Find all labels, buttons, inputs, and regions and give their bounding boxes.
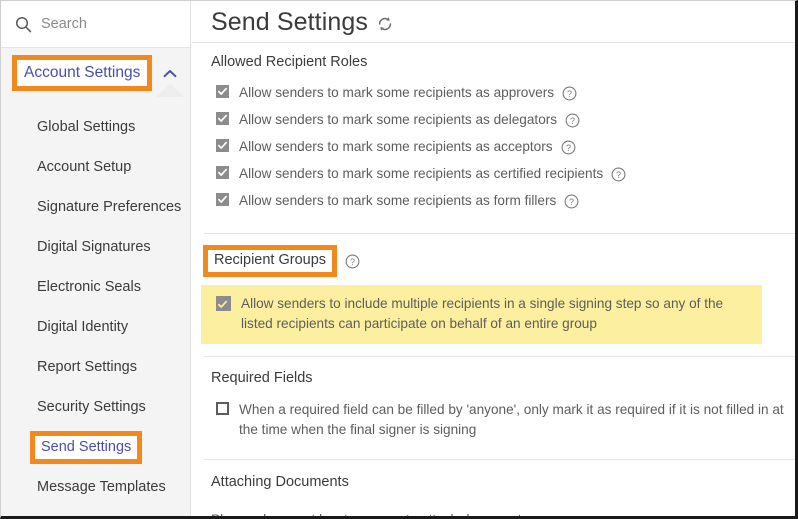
sidebar-item-label: Electronic Seals <box>37 279 141 295</box>
checkbox-checked-icon[interactable] <box>216 193 229 206</box>
option-label: Allow senders to mark some recipients as… <box>239 193 557 208</box>
help-icon[interactable]: ? <box>564 194 579 209</box>
section-divider <box>204 459 795 460</box>
option-label: When a required field can be filled by '… <box>239 402 784 437</box>
sidebar-nav-list: Global Settings Account Setup Signature … <box>1 107 190 507</box>
active-section-pointer <box>156 84 184 97</box>
sidebar-item-label: Security Settings <box>37 399 146 415</box>
section-heading: Allowed Recipient Roles <box>211 54 368 70</box>
search-input[interactable] <box>41 16 161 32</box>
help-icon[interactable]: ? <box>345 254 360 269</box>
help-icon[interactable]: ? <box>561 140 576 155</box>
sidebar-item-send-settings[interactable]: Send Settings <box>1 427 190 467</box>
section-allowed-recipient-roles: Allowed Recipient Roles Allow senders to… <box>192 53 795 211</box>
svg-text:?: ? <box>350 256 355 266</box>
section-required-fields: Required Fields When a required field ca… <box>192 369 795 440</box>
section-attaching-documents: Attaching Documents Please choose at lea… <box>192 473 795 516</box>
page-title: Send Settings <box>211 7 368 36</box>
highlighted-option-block: Allow senders to include multiple recipi… <box>201 285 762 344</box>
svg-text:?: ? <box>567 89 572 99</box>
option-row[interactable]: Allow senders to mark some recipients as… <box>192 191 795 211</box>
sidebar-item-label: Digital Identity <box>37 319 129 335</box>
sidebar-item-label: Signature Preferences <box>37 199 182 215</box>
main-content: Send Settings Allowed Recipient Roles Al… <box>192 1 795 516</box>
section-heading: Recipient Groups <box>203 245 338 277</box>
sidebar-item-label: Message Templates <box>37 479 166 495</box>
svg-text:?: ? <box>569 197 574 207</box>
option-label: Allow senders to mark some recipients as… <box>239 139 553 154</box>
checkbox-checked-icon[interactable] <box>216 112 229 125</box>
sidebar-item-electronic-seals[interactable]: Electronic Seals <box>1 267 190 307</box>
checkbox-unchecked-icon[interactable] <box>216 402 229 415</box>
svg-text:?: ? <box>616 170 621 180</box>
sidebar-item-message-templates[interactable]: Message Templates <box>1 467 190 507</box>
section-divider <box>204 356 795 357</box>
svg-text:?: ? <box>566 143 571 153</box>
option-row[interactable]: Allow senders to mark some recipients as… <box>192 110 795 130</box>
help-icon[interactable]: ? <box>562 86 577 101</box>
page-title-row: Send Settings <box>192 1 795 43</box>
chevron-up-icon[interactable] <box>163 65 177 78</box>
section-heading-row: Recipient Groups ? <box>192 245 795 277</box>
sidebar-item-label: Report Settings <box>37 359 137 375</box>
checkbox-checked-icon[interactable] <box>216 139 229 152</box>
sidebar-item-global-settings[interactable]: Global Settings <box>1 107 190 147</box>
search-icon <box>15 16 32 33</box>
sidebar-item-label: Global Settings <box>37 119 136 135</box>
checkbox-checked-icon[interactable] <box>216 296 231 311</box>
section-recipient-groups: Recipient Groups ? Allow senders to incl… <box>192 245 795 344</box>
option-label: Allow senders to mark some recipients as… <box>239 85 555 100</box>
help-icon[interactable]: ? <box>611 167 626 182</box>
section-divider <box>204 233 795 234</box>
sidebar-item-security-settings[interactable]: Security Settings <box>1 387 190 427</box>
sidebar-item-signature-preferences[interactable]: Signature Preferences <box>1 187 190 227</box>
sidebar-item-label: Digital Signatures <box>37 239 151 255</box>
option-row[interactable]: Allow senders to include multiple recipi… <box>201 294 762 334</box>
sidebar-group-label[interactable]: Account Settings <box>12 55 153 91</box>
section-heading: Attaching Documents <box>211 474 349 490</box>
section-heading: Required Fields <box>211 370 313 386</box>
sidebar: Account Settings Global Settings Account… <box>1 1 191 516</box>
application-window: Account Settings Global Settings Account… <box>0 0 798 519</box>
svg-text:?: ? <box>570 116 575 126</box>
option-row[interactable]: When a required field can be filled by '… <box>192 400 795 440</box>
sidebar-item-digital-signatures[interactable]: Digital Signatures <box>1 227 190 267</box>
option-row[interactable]: Allow senders to mark some recipients as… <box>192 83 795 103</box>
option-label: Allow senders to mark some recipients as… <box>239 112 558 127</box>
sidebar-item-label: Send Settings <box>30 430 143 464</box>
sidebar-item-digital-identity[interactable]: Digital Identity <box>1 307 190 347</box>
option-label: Allow senders to mark some recipients as… <box>239 166 604 181</box>
help-icon[interactable]: ? <box>565 113 580 128</box>
section-note: Please choose at least one way to attach… <box>192 511 795 516</box>
option-label: Allow senders to include multiple recipi… <box>241 296 724 331</box>
refresh-icon[interactable] <box>376 15 394 33</box>
option-row[interactable]: Allow senders to mark some recipients as… <box>192 137 795 157</box>
sidebar-item-label: Account Setup <box>37 159 132 175</box>
checkbox-checked-icon[interactable] <box>216 166 229 179</box>
sidebar-item-report-settings[interactable]: Report Settings <box>1 347 190 387</box>
sidebar-item-account-setup[interactable]: Account Setup <box>1 147 190 187</box>
search-bar[interactable] <box>1 1 190 48</box>
sidebar-group-account-settings[interactable]: Account Settings <box>1 48 190 97</box>
checkbox-checked-icon[interactable] <box>216 85 229 98</box>
option-row[interactable]: Allow senders to mark some recipients as… <box>192 164 795 184</box>
